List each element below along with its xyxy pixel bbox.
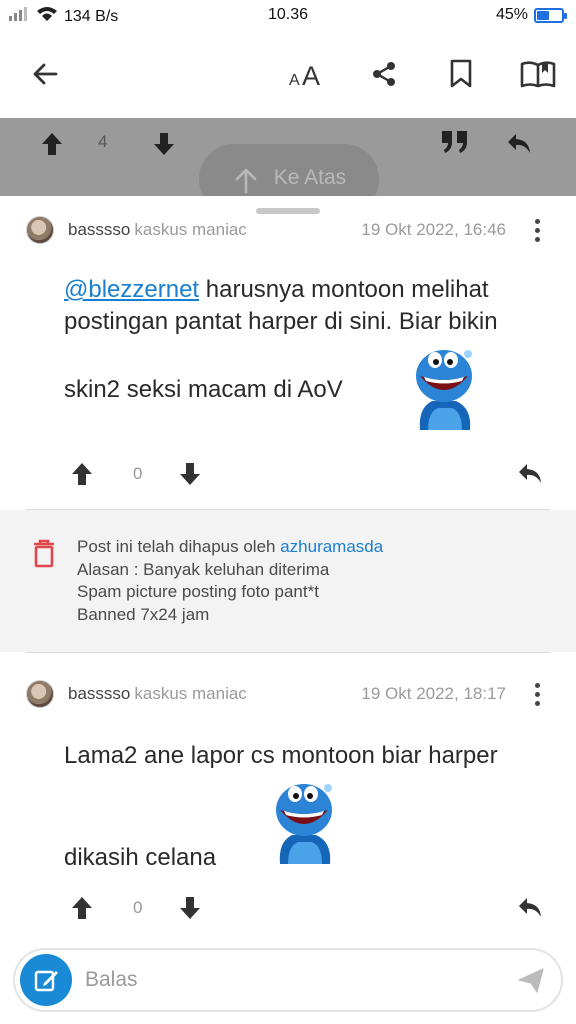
compose-icon[interactable] bbox=[20, 954, 72, 1006]
downvote-icon bbox=[150, 130, 178, 163]
drag-handle[interactable] bbox=[256, 208, 320, 214]
reply-icon[interactable] bbox=[516, 894, 544, 927]
scroll-to-top-label: Ke Atas bbox=[273, 166, 347, 189]
timestamp: 19 Okt 2022, 16:46 bbox=[361, 220, 506, 239]
share-icon[interactable] bbox=[366, 56, 402, 92]
svg-text:A: A bbox=[289, 72, 300, 89]
battery-percent: 45% bbox=[495, 6, 528, 23]
downvote-icon[interactable] bbox=[176, 460, 204, 493]
upvote-icon bbox=[38, 130, 66, 163]
deleted-notice-text: Post ini telah dihapus oleh bbox=[77, 537, 281, 556]
user-rank: kaskus maniac bbox=[134, 684, 247, 703]
battery-icon bbox=[534, 7, 567, 23]
reading-mode-icon[interactable] bbox=[518, 56, 558, 92]
post-text-line: postingan pantat harper di sini. Biar bi… bbox=[64, 308, 498, 335]
user-rank: kaskus maniac bbox=[134, 220, 247, 239]
post-header: basssso kaskus maniac 19 Okt 2022, 16:46 bbox=[26, 216, 556, 244]
clock: 10.36 bbox=[267, 6, 309, 23]
reply-icon bbox=[505, 130, 533, 163]
trash-icon bbox=[32, 538, 56, 573]
reply-bar[interactable]: Balas bbox=[13, 948, 563, 1012]
vote-count: 4 bbox=[98, 132, 108, 151]
app-bar: AA bbox=[0, 30, 576, 118]
avatar[interactable] bbox=[26, 680, 54, 708]
post-header: basssso kaskus maniac 19 Okt 2022, 18:17 bbox=[26, 680, 556, 708]
svg-text:A: A bbox=[302, 61, 320, 89]
status-bar: 134 B/s 10.36 45% bbox=[0, 0, 576, 30]
send-icon[interactable] bbox=[517, 966, 545, 999]
back-arrow-icon[interactable] bbox=[27, 56, 63, 92]
deleted-post-notice: Post ini telah dihapus oleh azhuramasda … bbox=[0, 510, 576, 652]
reply-icon[interactable] bbox=[516, 460, 544, 493]
vote-count: 0 bbox=[133, 898, 143, 917]
comments-sheet: basssso kaskus maniac 19 Okt 2022, 16:46 … bbox=[0, 196, 576, 1024]
laughing-emoticon bbox=[268, 780, 340, 871]
post-text-line: Lama2 ane lapor cs montoon biar harper bbox=[64, 742, 498, 769]
ban-duration: Banned 7x24 jam bbox=[77, 604, 210, 624]
username[interactable]: basssso bbox=[68, 684, 130, 703]
deleted-reason: Alasan : Banyak keluhan diterima bbox=[77, 559, 330, 579]
upvote-icon[interactable] bbox=[68, 894, 96, 927]
username[interactable]: basssso bbox=[68, 220, 130, 239]
deleted-detail: Spam picture posting foto pant*t bbox=[77, 582, 319, 601]
more-options-icon[interactable] bbox=[532, 680, 542, 708]
font-size-icon[interactable]: AA bbox=[287, 56, 329, 92]
arrow-up-icon bbox=[235, 168, 257, 194]
upvote-icon[interactable] bbox=[68, 460, 96, 493]
quote-icon bbox=[440, 128, 470, 161]
user-mention[interactable]: @blezzernet bbox=[64, 276, 199, 303]
post-actions: 0 bbox=[0, 890, 576, 930]
moderator-link[interactable]: azhuramasda bbox=[280, 537, 383, 556]
more-options-icon[interactable] bbox=[532, 216, 542, 244]
vote-count: 0 bbox=[133, 464, 143, 483]
bookmark-icon[interactable] bbox=[443, 56, 479, 92]
divider bbox=[26, 652, 550, 653]
avatar[interactable] bbox=[26, 216, 54, 244]
post-text-line: harusnya montoon melihat bbox=[199, 276, 489, 303]
reply-input[interactable]: Balas bbox=[85, 968, 138, 992]
downvote-icon[interactable] bbox=[176, 894, 204, 927]
timestamp: 19 Okt 2022, 18:17 bbox=[361, 684, 506, 703]
post-actions: 0 bbox=[0, 456, 576, 496]
laughing-emoticon bbox=[408, 346, 480, 437]
